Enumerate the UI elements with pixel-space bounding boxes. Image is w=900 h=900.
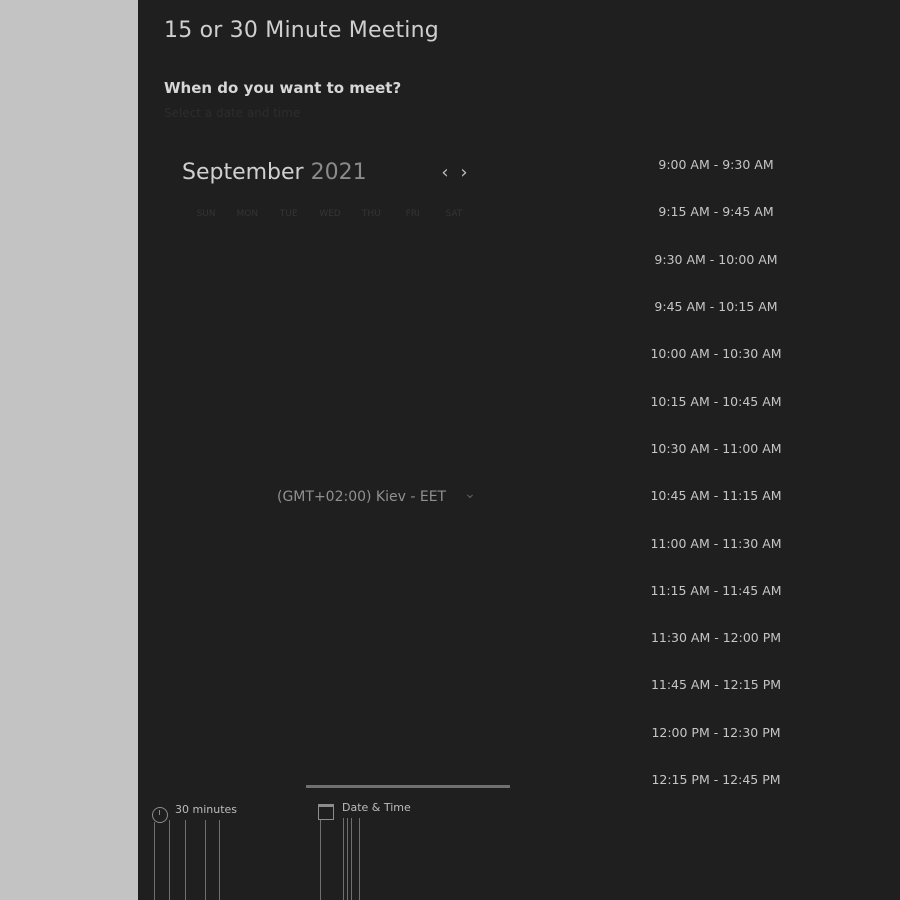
month-name: September (182, 160, 304, 185)
weekday-header: SUN MON TUE WED THU FRI SAT (186, 209, 474, 219)
time-slot[interactable]: 9:00 AM - 9:30 AM (618, 141, 814, 188)
time-slot[interactable]: 9:15 AM - 9:45 AM (618, 188, 814, 235)
select-date-hint: Select a date and time (164, 106, 301, 120)
time-slot-list: 9:00 AM - 9:30 AM 9:15 AM - 9:45 AM 9:30 A… (618, 141, 814, 803)
weekday-tue: TUE (279, 209, 298, 219)
divider (351, 818, 352, 900)
calendar-week-row (182, 358, 482, 400)
calendar-week-row (182, 316, 482, 358)
tab-date-time-label: Date & Time (342, 801, 411, 814)
divider (347, 818, 348, 900)
time-slot[interactable]: 10:15 AM - 10:45 AM (618, 377, 814, 424)
active-tab-indicator (306, 785, 510, 788)
when-to-meet-heading: When do you want to meet? (164, 79, 402, 97)
time-slot[interactable]: 11:30 AM - 12:00 PM (618, 614, 814, 661)
chevron-down-icon[interactable]: ⌄ (462, 486, 478, 506)
year-label: 2021 (310, 160, 367, 185)
time-slot[interactable]: 11:00 AM - 11:30 AM (618, 519, 814, 566)
calendar-week-row (182, 232, 482, 274)
weekday-wed: WED (319, 209, 341, 219)
divider (343, 818, 344, 900)
divider (320, 820, 321, 900)
left-gutter (0, 0, 138, 900)
tab-duration-label: 30 minutes (175, 803, 238, 816)
divider (154, 822, 155, 900)
previous-month-chevron-icon[interactable]: ‹ (436, 162, 454, 184)
time-slot[interactable]: 11:45 AM - 12:15 PM (618, 661, 814, 708)
divider (205, 820, 206, 900)
clock-icon (152, 807, 168, 823)
time-slot[interactable]: 12:00 PM - 12:30 PM (618, 709, 814, 756)
time-slot[interactable]: 9:45 AM - 10:15 AM (618, 283, 814, 330)
weekday-mon: MON (236, 209, 259, 219)
divider (219, 820, 220, 900)
divider (169, 820, 170, 900)
time-slot[interactable]: 9:30 AM - 10:00 AM (618, 236, 814, 283)
weekday-thu: THU (361, 209, 381, 219)
tab-duration[interactable]: 30 minutes (152, 800, 272, 900)
calendar-day-grid (182, 232, 482, 442)
weekday-sun: SUN (196, 209, 216, 219)
calendar-week-row (182, 274, 482, 316)
event-title: 15 or 30 Minute Meeting (164, 18, 439, 43)
scheduler-panel: 15 or 30 Minute Meeting When do you want… (138, 0, 900, 900)
calendar-month-label: September 2021 (182, 160, 367, 185)
next-month-chevron-icon[interactable]: › (455, 162, 473, 184)
divider (185, 820, 186, 900)
time-slot[interactable]: 10:45 AM - 11:15 AM (618, 472, 814, 519)
tab-date-time[interactable]: Date & Time (318, 798, 448, 900)
weekday-fri: FRI (405, 209, 420, 219)
timezone-selector[interactable]: (GMT+02:00) Kiev - EET (277, 489, 477, 505)
time-slot[interactable]: 12:15 PM - 12:45 PM (618, 756, 814, 803)
calendar-icon (318, 804, 334, 820)
time-slot[interactable]: 10:00 AM - 10:30 AM (618, 330, 814, 377)
time-slot[interactable]: 11:15 AM - 11:45 AM (618, 567, 814, 614)
calendar-week-row (182, 400, 482, 442)
time-slot[interactable]: 10:30 AM - 11:00 AM (618, 425, 814, 472)
weekday-sat: SAT (445, 209, 463, 219)
divider (359, 818, 360, 900)
